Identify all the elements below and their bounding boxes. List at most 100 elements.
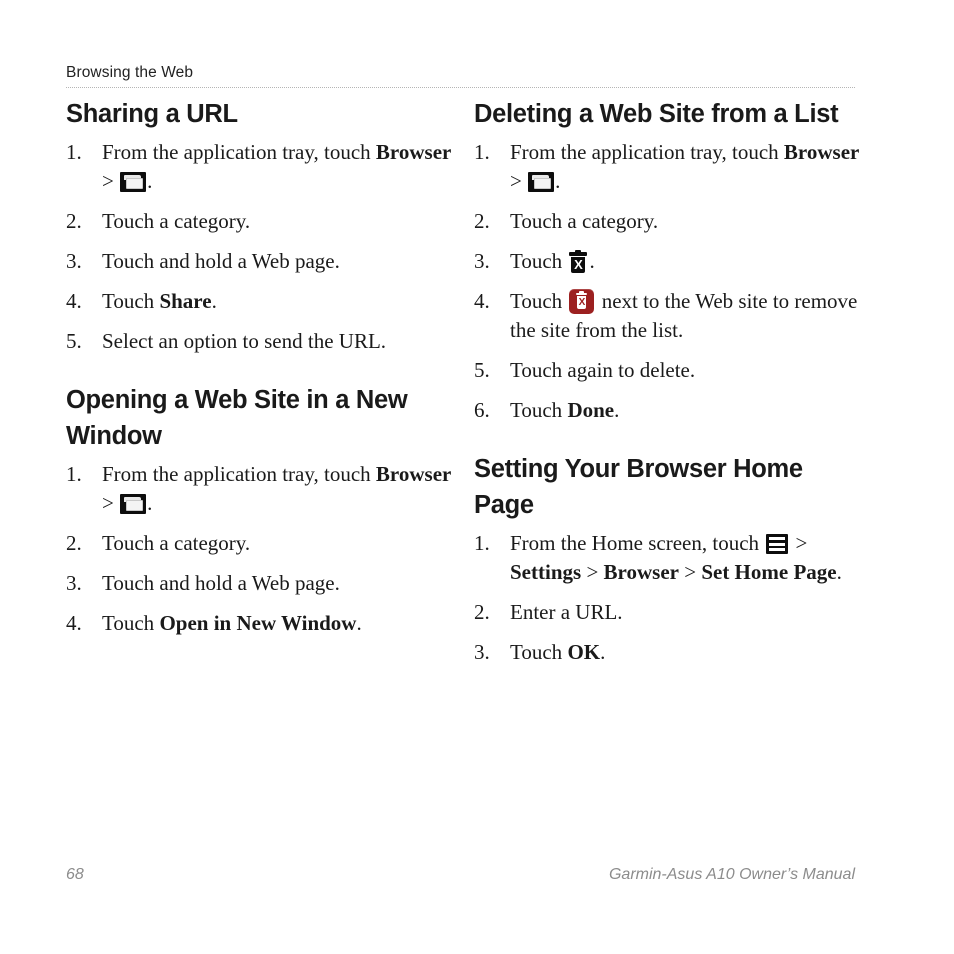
step-text: Touch bbox=[102, 611, 160, 635]
step-number: 3. bbox=[66, 249, 82, 273]
step-text: Touch a category. bbox=[102, 531, 251, 555]
step-number: 5. bbox=[474, 358, 490, 382]
step-text-tail: . bbox=[555, 169, 561, 193]
section-heading: Deleting a Web Site from a List bbox=[474, 100, 839, 128]
list-item: 1. From the application tray, touch Brows… bbox=[474, 138, 866, 196]
step-number: 3. bbox=[66, 571, 82, 595]
left-column: Sharing a URL 1. From the application tra… bbox=[66, 96, 458, 638]
list-item: 4. Touch Open in New Window. bbox=[66, 609, 458, 638]
list-item: 4. Touch Share. bbox=[66, 287, 458, 316]
step-text: Touch and hold a Web page. bbox=[102, 571, 340, 595]
step-text: Touch bbox=[510, 249, 568, 273]
header-divider bbox=[66, 87, 855, 89]
step-text-tail: . bbox=[614, 398, 620, 422]
manual-page: Browsing the Web Sharing a URL 1. From th… bbox=[0, 0, 954, 954]
trash-red-icon: X bbox=[569, 289, 595, 314]
list-item: 2. Touch a category. bbox=[66, 529, 458, 558]
step-separator: > bbox=[102, 169, 120, 193]
list-item: 4. Touch X next to the Web site to remove… bbox=[474, 287, 866, 345]
step-bold-term: OK bbox=[567, 640, 601, 664]
step-number: 2. bbox=[66, 531, 82, 555]
step-text-tail: . bbox=[147, 491, 153, 515]
step-text: From the application tray, touch bbox=[102, 462, 376, 486]
list-item: 5. Select an option to send the URL. bbox=[66, 327, 458, 356]
section-heading: Setting Your Browser Home Page bbox=[474, 455, 803, 519]
step-text-tail: . bbox=[356, 611, 362, 635]
step-number: 1. bbox=[66, 140, 82, 164]
step-text-tail: . bbox=[211, 289, 217, 313]
step-bold-term: Settings bbox=[510, 560, 582, 584]
step-separator: > bbox=[102, 491, 120, 515]
folder-icon bbox=[528, 172, 555, 192]
step-list: 1. From the application tray, touch Brows… bbox=[66, 460, 458, 638]
step-number: 3. bbox=[474, 249, 490, 273]
section-sharing-a-url: Sharing a URL 1. From the application tra… bbox=[66, 96, 458, 356]
step-text: Touch again to delete. bbox=[510, 358, 696, 382]
folder-icon bbox=[120, 494, 147, 514]
menu-icon bbox=[766, 534, 789, 554]
step-number: 3. bbox=[474, 640, 490, 664]
step-text: Touch a category. bbox=[510, 209, 659, 233]
manual-title: Garmin-Asus A10 Owner’s Manual bbox=[608, 866, 855, 883]
folder-icon bbox=[120, 172, 147, 192]
step-text-tail: . bbox=[589, 249, 595, 273]
step-number: 2. bbox=[66, 209, 82, 233]
step-bold-term: Browser bbox=[783, 140, 860, 164]
step-text: Enter a URL. bbox=[510, 600, 623, 624]
step-text-tail: . bbox=[600, 640, 606, 664]
step-number: 6. bbox=[474, 398, 490, 422]
step-bold-term: Browser bbox=[375, 462, 452, 486]
page-number: 68 bbox=[66, 866, 84, 883]
step-text: Select an option to send the URL. bbox=[102, 329, 387, 353]
list-item: 6. Touch Done. bbox=[474, 396, 866, 425]
step-bold-term: Browser bbox=[375, 140, 452, 164]
list-item: 3. Touch X. bbox=[474, 247, 866, 276]
step-text: Touch bbox=[510, 640, 568, 664]
running-head: Browsing the Web bbox=[66, 64, 194, 81]
step-text: From the Home screen, touch bbox=[510, 531, 765, 555]
section-heading: Opening a Web Site in a New Window bbox=[66, 386, 408, 450]
step-bold-term: Set Home Page bbox=[701, 560, 837, 584]
trash-black-icon: X bbox=[569, 250, 588, 273]
step-number: 4. bbox=[66, 611, 82, 635]
step-separator: > bbox=[510, 169, 528, 193]
section-heading: Sharing a URL bbox=[66, 100, 238, 128]
step-text: Touch bbox=[510, 289, 568, 313]
list-item: 2. Touch a category. bbox=[474, 207, 866, 236]
step-number: 4. bbox=[66, 289, 82, 313]
section-deleting-a-web-site-from-a-list: Deleting a Web Site from a List 1. From t… bbox=[474, 96, 866, 425]
step-number: 4. bbox=[474, 289, 490, 313]
list-item: 1. From the application tray, touch Brows… bbox=[66, 138, 458, 196]
step-bold-term: Share bbox=[159, 289, 212, 313]
step-separator: > bbox=[581, 560, 604, 584]
list-item: 5. Touch again to delete. bbox=[474, 356, 866, 385]
step-text: From the application tray, touch bbox=[510, 140, 784, 164]
step-text: Touch bbox=[510, 398, 568, 422]
step-text-tail: . bbox=[147, 169, 153, 193]
step-list: 1. From the application tray, touch Brows… bbox=[474, 138, 866, 425]
list-item: 1. From the Home screen, touch > Settings… bbox=[474, 529, 866, 587]
step-list: 1. From the Home screen, touch > Settings… bbox=[474, 529, 866, 667]
step-text-tail: . bbox=[836, 560, 842, 584]
step-text: Touch bbox=[102, 289, 160, 313]
step-separator: > bbox=[678, 560, 702, 584]
step-text: From the application tray, touch bbox=[102, 140, 376, 164]
list-item: 3. Touch and hold a Web page. bbox=[66, 569, 458, 598]
step-number: 5. bbox=[66, 329, 82, 353]
step-bold-term: Browser bbox=[603, 560, 679, 584]
list-item: 2. Enter a URL. bbox=[474, 598, 866, 627]
step-number: 2. bbox=[474, 600, 490, 624]
step-separator: > bbox=[790, 531, 808, 555]
step-number: 2. bbox=[474, 209, 490, 233]
list-item: 1. From the application tray, touch Brows… bbox=[66, 460, 458, 518]
step-text: Touch and hold a Web page. bbox=[102, 249, 340, 273]
step-number: 1. bbox=[66, 462, 82, 486]
section-opening-a-web-site-in-a-new-window: Opening a Web Site in a New Window 1. Fro… bbox=[66, 382, 458, 638]
step-number: 1. bbox=[474, 140, 490, 164]
step-bold-term: Done bbox=[567, 398, 615, 422]
list-item: 2. Touch a category. bbox=[66, 207, 458, 236]
step-bold-term: Open in New Window bbox=[159, 611, 357, 635]
step-number: 1. bbox=[474, 531, 490, 555]
section-setting-your-browser-home-page: Setting Your Browser Home Page 1. From th… bbox=[474, 451, 866, 667]
right-column: Deleting a Web Site from a List 1. From t… bbox=[474, 96, 866, 667]
